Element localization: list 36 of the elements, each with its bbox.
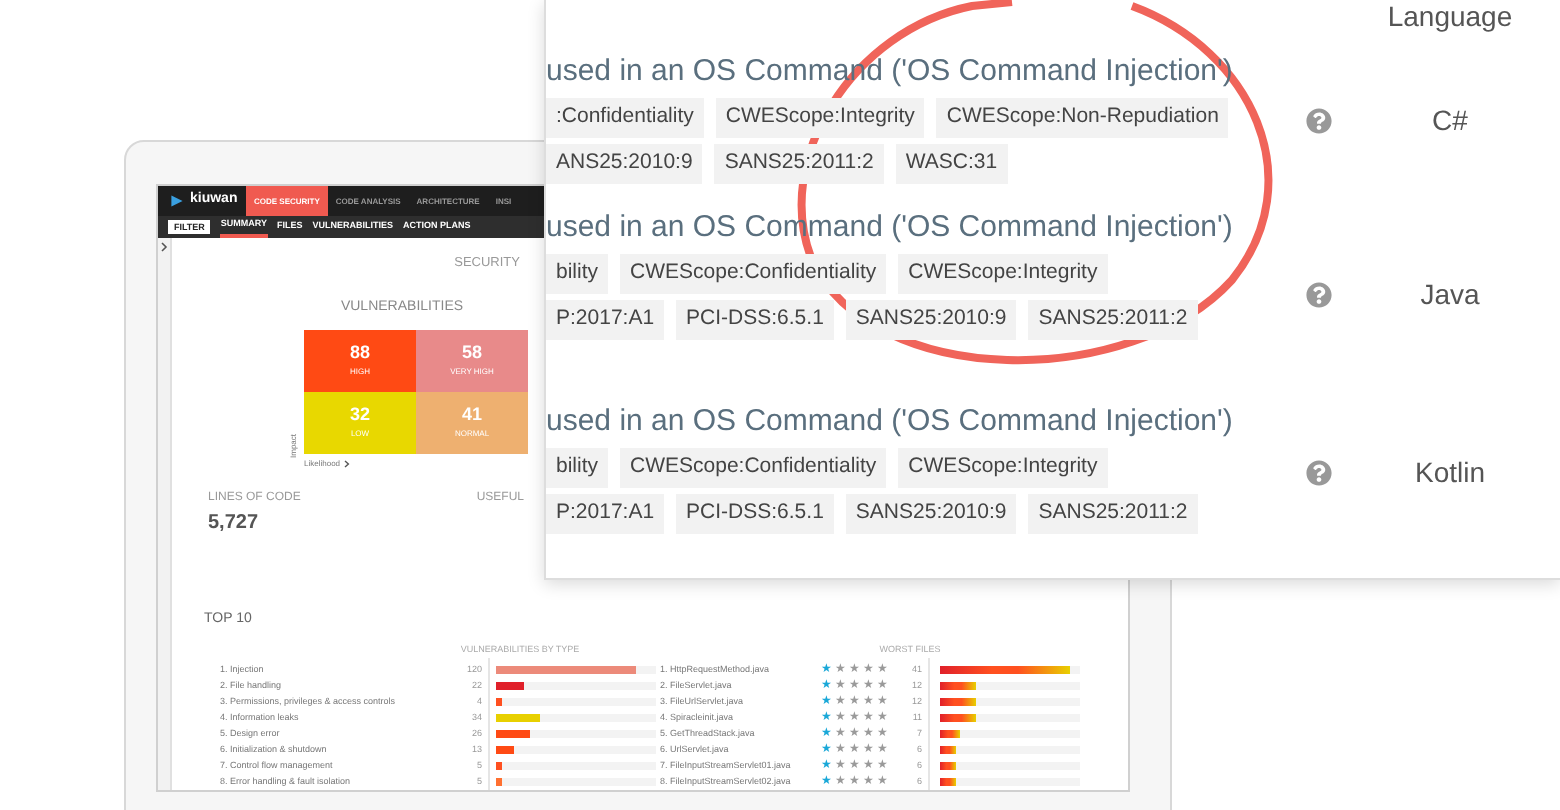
tag: SANS25:2011:2	[1028, 493, 1198, 533]
metric-value: 5,727	[208, 510, 261, 539]
language-cell-text: Kotlin	[1412, 453, 1488, 491]
tag: bility	[546, 448, 609, 488]
risk-count: 58	[461, 344, 482, 363]
tag: CWEScope:Integrity	[898, 254, 1108, 294]
language-cell-text: Java	[1418, 276, 1482, 314]
help-icon[interactable]	[1306, 107, 1332, 133]
tag: SANS25:2011:2	[1028, 299, 1198, 339]
tag: SANS25:2010:9	[845, 493, 1017, 533]
tag: CWEScope:Non-Repudiation	[936, 98, 1229, 138]
risk-count: 32	[349, 406, 370, 425]
tag: WASC:31	[895, 143, 1008, 183]
chevron-right-icon[interactable]	[160, 242, 168, 252]
tag: P:2017:A1	[546, 299, 665, 339]
tag: ANS25:2010:9	[546, 143, 703, 183]
tag: SANS25:2011:2	[714, 143, 884, 183]
column-header: Language	[1385, 0, 1515, 30]
language-cell-text: C#	[1430, 101, 1470, 139]
logo-icon	[170, 194, 184, 208]
tag: SANS25:2010:9	[845, 299, 1017, 339]
tag: CWEScope:Confidentiality	[620, 254, 887, 294]
tag: :Confidentiality	[546, 98, 704, 138]
tag: CWEScope:Integrity	[898, 448, 1108, 488]
tag: P:2017:A1	[546, 493, 665, 533]
tag: CWEScope:Confidentiality	[620, 448, 887, 488]
help-icon[interactable]	[1306, 459, 1332, 485]
chevron-right-icon	[344, 460, 351, 469]
rule-title: used in an OS Command ('OS Command Injection')	[546, 402, 1233, 442]
tag: bility	[546, 254, 609, 294]
tag: PCI-DSS:6.5.1	[676, 299, 834, 339]
risk-count: 88	[349, 344, 370, 363]
tag: CWEScope:Integrity	[715, 98, 925, 138]
risk-count: 41	[461, 406, 482, 425]
help-icon[interactable]	[1306, 282, 1332, 308]
tag: PCI-DSS:6.5.1	[676, 493, 834, 533]
